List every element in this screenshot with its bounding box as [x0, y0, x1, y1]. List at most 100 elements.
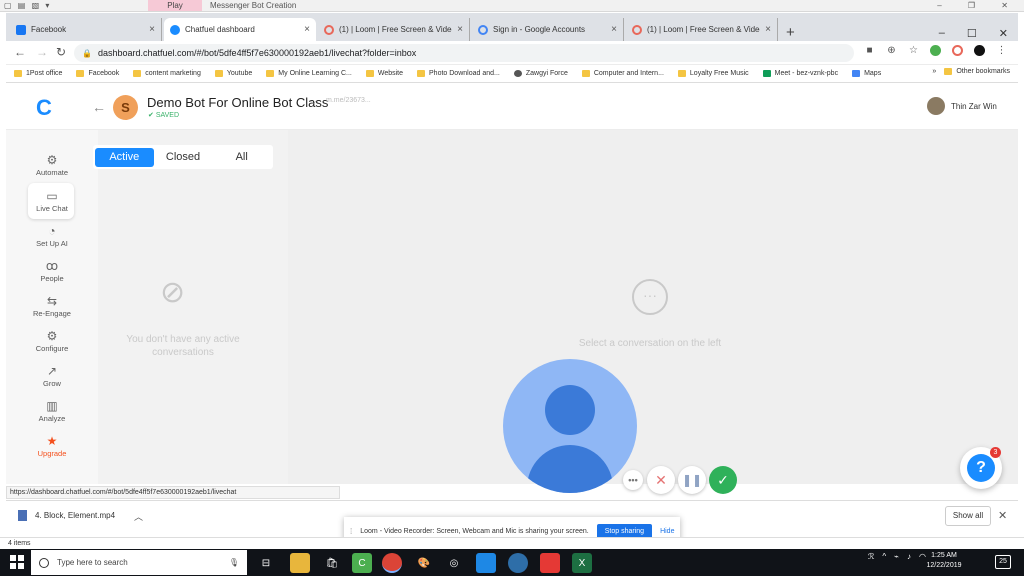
close-icon[interactable]: × — [304, 24, 310, 35]
folder-icon — [266, 70, 275, 77]
zoom-icon[interactable]: ⊕ — [886, 45, 897, 56]
download-item[interactable]: 4. Block, Element.mp4 — [18, 510, 115, 521]
tab-google-signin[interactable]: Sign in - Google Accounts × — [472, 18, 624, 41]
hide-button[interactable]: Hide — [660, 528, 674, 535]
bookmark-item[interactable]: Meet - bez-vznk-pbc — [762, 70, 838, 77]
bookmark-item[interactable]: Loyalty Free Music — [677, 70, 749, 77]
sidebar-item-people[interactable]: ꝏ People — [6, 258, 98, 283]
finish-recording-button[interactable]: ✓ — [709, 466, 737, 494]
tab-chatfuel-dashboard[interactable]: Chatfuel dashboard × — [164, 18, 316, 41]
chat-bubble-icon: ▭ — [46, 189, 58, 203]
close-icon[interactable]: × — [611, 24, 617, 35]
new-tab-button[interactable]: + — [786, 25, 795, 40]
store-icon[interactable]: 🛍 — [322, 553, 342, 573]
sidebar-item-live-chat[interactable]: ▭ Live Chat — [6, 188, 98, 213]
bookmark-item[interactable]: Website — [365, 70, 403, 77]
people-icon[interactable]: ℛ — [868, 552, 874, 561]
windows-start-icon[interactable] — [10, 555, 24, 569]
more-options-button[interactable]: ••• — [623, 470, 643, 490]
chrome-icon[interactable] — [382, 553, 402, 573]
bookmark-item[interactable]: Facebook — [76, 70, 119, 77]
close-icon[interactable]: × — [765, 24, 771, 35]
back-arrow-icon[interactable]: ← — [92, 99, 106, 115]
photos-icon[interactable]: ◎ — [444, 553, 464, 573]
cancel-recording-button[interactable]: ✕ — [647, 466, 675, 494]
close-icon[interactable]: × — [149, 24, 155, 35]
bookmark-item[interactable]: My Online Learning C... — [266, 70, 352, 77]
bookmark-item[interactable]: Youtube — [214, 70, 252, 77]
user-avatar[interactable] — [927, 97, 945, 115]
tab-loom-1[interactable]: (1) | Loom | Free Screen & Video R × — [318, 18, 470, 41]
help-button[interactable]: ? 3 — [960, 447, 1002, 489]
back-arrow-icon[interactable]: ← — [14, 45, 26, 59]
messenger-link[interactable]: m.me/23673... — [326, 97, 371, 104]
camtasia-icon[interactable]: C — [352, 553, 372, 573]
reload-icon[interactable]: ↻ — [56, 45, 66, 59]
tab-loom-2[interactable]: (1) | Loom | Free Screen & Video R × — [626, 18, 778, 41]
taskbar-search[interactable]: Type here to search 🎙 — [31, 550, 247, 575]
more-bookmarks-button[interactable]: » — [932, 68, 936, 75]
file-explorer-icon[interactable] — [290, 553, 310, 573]
microphone-icon[interactable]: 🎙 — [229, 558, 239, 567]
chevron-up-icon[interactable]: ︿ — [134, 510, 143, 523]
bookmark-item[interactable]: content marketing — [133, 70, 201, 77]
sidebar-item-analyze[interactable]: ▥ Analyze — [6, 398, 98, 423]
bookmark-label: Zawgyi Force — [525, 70, 568, 77]
close-window-icon[interactable]: ✕ — [999, 27, 1008, 40]
folder-icon — [365, 70, 374, 77]
sidebar-item-configure[interactable]: ⚙ Configure — [6, 328, 98, 353]
app-red-icon[interactable] — [540, 553, 560, 573]
bookmark-item[interactable]: Zawgyi Force — [513, 70, 568, 77]
chevron-up-icon[interactable]: ^ — [882, 552, 886, 561]
folder-icon — [581, 70, 590, 77]
bookmark-item[interactable]: Computer and Intern... — [581, 70, 664, 77]
browser-icon[interactable] — [508, 553, 528, 573]
close-icon[interactable]: ✕ — [998, 509, 1007, 522]
loom-extension-icon[interactable] — [952, 45, 963, 56]
extension-icon[interactable] — [930, 45, 941, 56]
user-name[interactable]: Thin Zar Win — [951, 102, 997, 111]
other-bookmarks[interactable]: Other bookmarks — [944, 68, 1010, 75]
sidebar-item-grow[interactable]: ↗ Grow — [6, 363, 98, 388]
maximize-icon[interactable]: ☐ — [967, 27, 977, 40]
menu-dots-icon[interactable]: ⋮ — [996, 45, 1007, 56]
close-icon[interactable]: × — [457, 24, 463, 35]
volume-icon[interactable]: ♪ — [907, 552, 911, 561]
profile-icon[interactable] — [974, 45, 985, 56]
play-tab[interactable]: Play — [148, 0, 202, 11]
cortana-icon — [39, 557, 49, 568]
system-clock[interactable]: 1:25 AM 12/22/2019 — [922, 551, 966, 571]
drag-handle-icon[interactable]: ⁞ — [350, 527, 352, 536]
filter-closed[interactable]: Closed — [154, 148, 213, 167]
filter-all[interactable]: All — [212, 148, 271, 167]
task-view-icon[interactable]: ⊟ — [256, 553, 276, 573]
chat-bubble-icon: ··· — [632, 279, 668, 315]
sidebar-item-set-up-ai[interactable]: ◔ Set Up AI — [6, 223, 98, 248]
browser-tab-bar: Facebook × Chatfuel dashboard × (1) | Lo… — [6, 13, 1018, 41]
excel-icon[interactable]: X — [572, 553, 592, 573]
outer-window-controls[interactable]: – ❐ ✕ — [937, 0, 1020, 11]
bookmark-item[interactable]: 1Post office — [14, 70, 62, 77]
chatfuel-logo[interactable]: C — [36, 95, 52, 121]
pause-recording-button[interactable]: ❚❚ — [678, 466, 706, 494]
sidebar-item-upgrade[interactable]: ★ Upgrade — [6, 433, 98, 458]
bot-name[interactable]: Demo Bot For Online Bot Class — [147, 95, 328, 110]
network-icon[interactable]: ⌁ — [894, 552, 899, 561]
forward-arrow-icon[interactable]: → — [36, 45, 48, 59]
sidebar-item-re-engage[interactable]: ⇆ Re-Engage — [6, 293, 98, 318]
show-all-button[interactable]: Show all — [945, 506, 991, 526]
url-bar[interactable]: 🔒 dashboard.chatfuel.com/#/bot/5dfe4ff5f… — [74, 44, 854, 62]
filter-active[interactable]: Active — [95, 147, 154, 167]
app-icon[interactable] — [476, 553, 496, 573]
webcam-bubble[interactable] — [503, 359, 637, 493]
sidebar-item-automate[interactable]: ⚙ Automate — [6, 152, 98, 177]
chevron-down-icon[interactable]: ⌵ — [310, 96, 317, 107]
bookmark-item[interactable]: Maps — [852, 70, 881, 77]
minimize-icon[interactable]: – — [939, 27, 945, 40]
bookmark-item[interactable]: Photo Download and... — [417, 70, 500, 77]
star-icon[interactable]: ☆ — [908, 45, 919, 56]
camera-icon[interactable]: ■ — [864, 45, 875, 56]
notifications-icon[interactable]: 25 — [995, 555, 1011, 569]
paint-icon[interactable]: 🎨 — [414, 553, 434, 573]
tab-facebook[interactable]: Facebook × — [10, 18, 162, 41]
